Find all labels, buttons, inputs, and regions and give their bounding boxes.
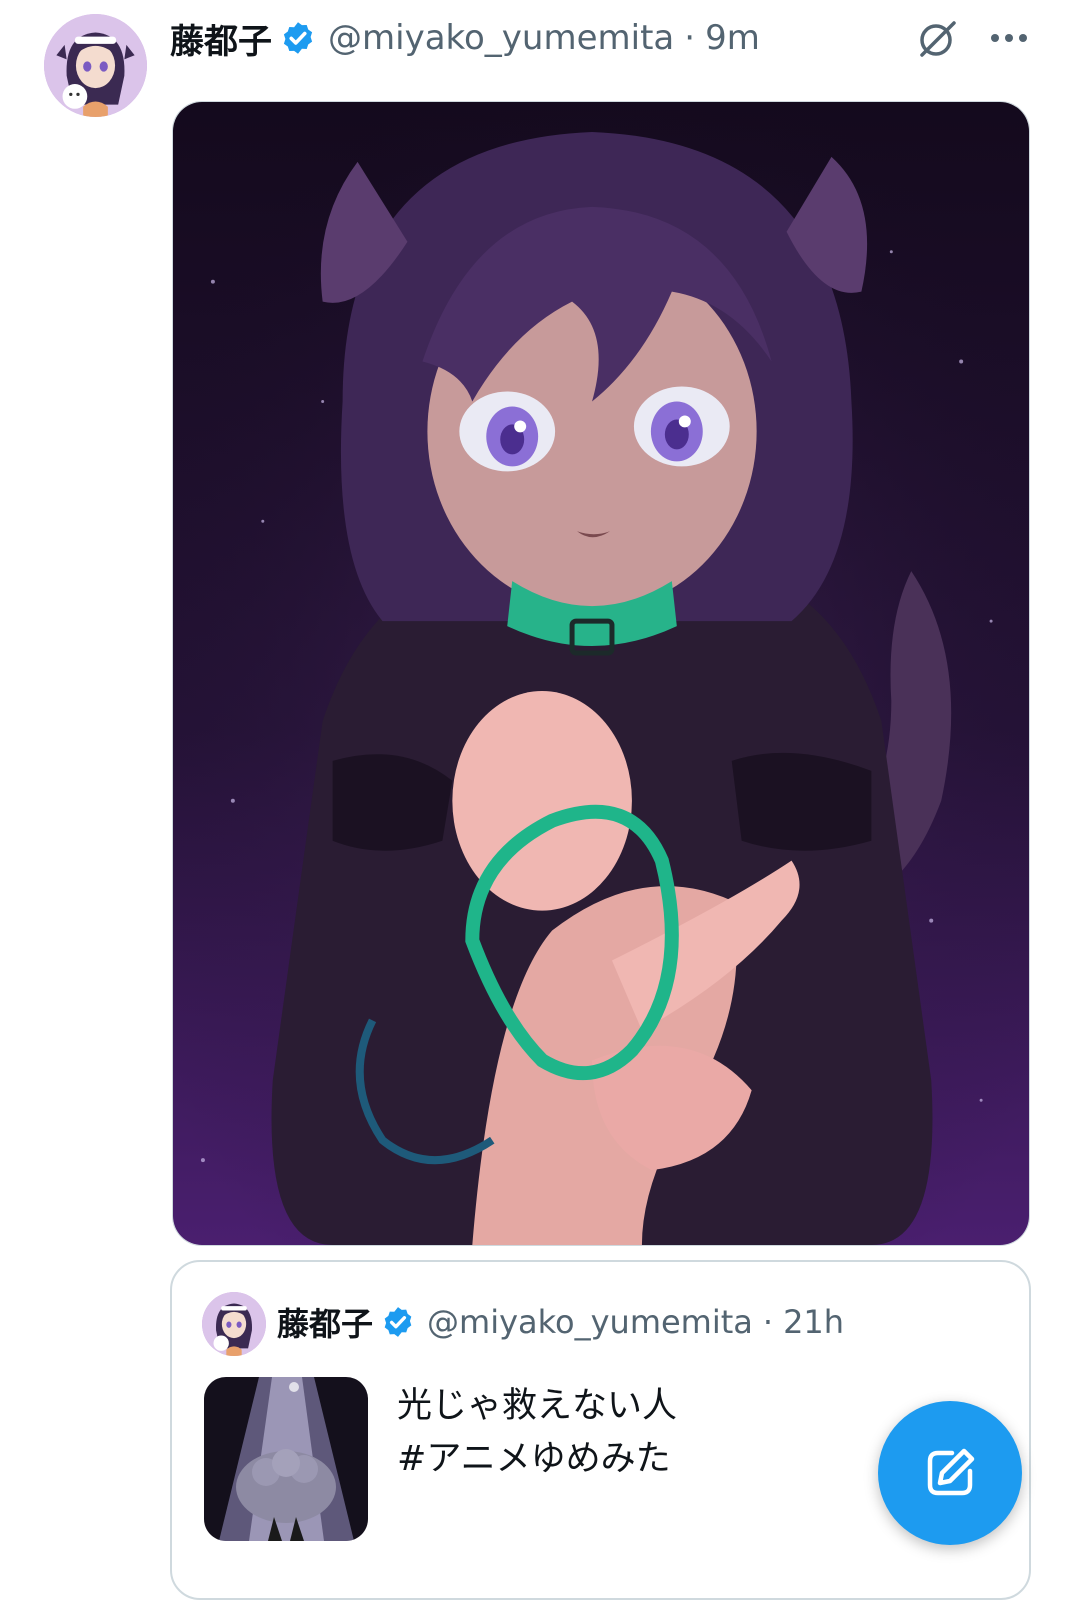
post-header: 藤都子 @miyako_yumemita · 9m (170, 12, 760, 64)
post-media-image[interactable] (172, 101, 1030, 1246)
author-display-name[interactable]: 藤都子 (170, 14, 272, 63)
quoted-post-timestamp: 21h (783, 1303, 845, 1341)
compose-pencil-icon (927, 1448, 975, 1496)
verified-badge-icon (381, 1305, 415, 1339)
author-handle[interactable]: @miyako_yumemita (328, 18, 674, 58)
meta-separator: · (762, 1303, 774, 1341)
post-timestamp[interactable]: 9m (705, 18, 760, 58)
compose-button[interactable] (878, 1401, 1022, 1545)
verified-badge-icon (280, 20, 316, 56)
more-horizontal-icon[interactable] (984, 18, 1034, 58)
meta-separator: · (684, 18, 696, 58)
quoted-post-text-line: 光じゃ救えない人 (397, 1386, 678, 1426)
quoted-author-handle: @miyako_yumemita (427, 1303, 753, 1341)
quoted-post-text: 光じゃ救えない人 #アニメゆめみた (397, 1380, 677, 1486)
quoted-author-display-name: 藤都子 (277, 1305, 374, 1343)
quoted-post-thumbnail[interactable] (204, 1377, 368, 1541)
quoted-post-header: 藤都子 @miyako_yumemita · 21h (277, 1292, 844, 1352)
quoted-author-avatar[interactable] (202, 1292, 266, 1356)
hashtag-link[interactable]: #アニメゆめみた (397, 1433, 677, 1486)
grok-slash-circle-icon[interactable] (908, 14, 966, 64)
author-avatar[interactable] (44, 14, 147, 117)
